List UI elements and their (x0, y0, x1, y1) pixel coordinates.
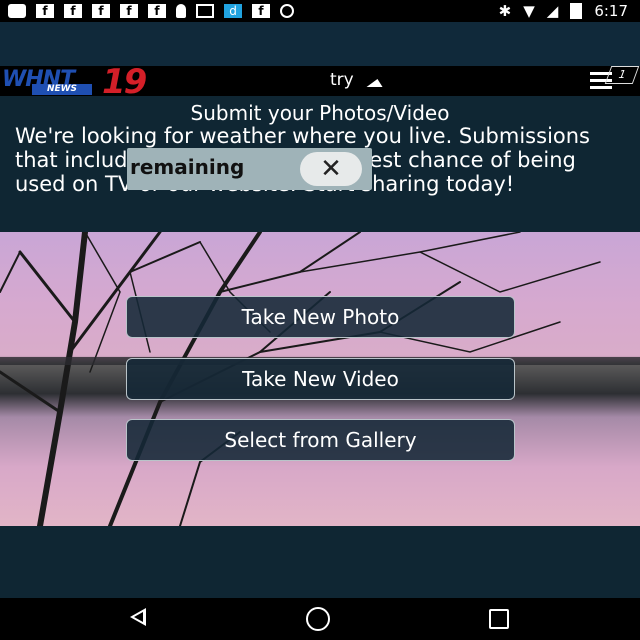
back-icon-inner (134, 612, 143, 622)
bottom-area (0, 526, 640, 598)
message-icon (8, 4, 26, 18)
facebook-icon: f (36, 4, 54, 18)
bluetooth-icon: ✱ (498, 2, 512, 20)
top-band (0, 22, 640, 66)
close-icon[interactable]: ✕ (300, 152, 362, 186)
take-new-video-button[interactable]: Take New Video (126, 358, 515, 400)
signal-icon: ◢ (546, 2, 559, 20)
take-new-photo-button[interactable]: Take New Photo (126, 296, 515, 338)
page-title: Submit your Photos/Video (190, 101, 450, 125)
popup-text: remaining (130, 155, 245, 179)
whnt-logo[interactable]: WHNT 19 NEWS (2, 62, 156, 102)
recent-apps-icon[interactable] (489, 609, 509, 629)
mail-icon (196, 4, 214, 18)
wifi-icon: ▼ (523, 2, 535, 20)
home-icon[interactable] (306, 607, 330, 631)
notification-icons: f f f f f d f (0, 4, 294, 18)
battery-icon (570, 3, 583, 19)
d-icon: d (224, 4, 242, 18)
notification-icon (176, 4, 186, 18)
header-title: try (330, 70, 354, 90)
system-icons: ✱ ▼ ◢ 6:17 (499, 0, 628, 22)
facebook-icon: f (92, 4, 110, 18)
facebook-icon: f (148, 4, 166, 18)
facebook-icon: f (120, 4, 138, 18)
clock: 6:17 (594, 2, 628, 20)
signal-caret-icon (366, 79, 386, 87)
facebook-icon: f (252, 4, 270, 18)
select-from-gallery-button[interactable]: Select from Gallery (126, 419, 515, 461)
facebook-icon: f (64, 4, 82, 18)
logo-news: NEWS (32, 84, 92, 95)
info-icon (280, 4, 294, 18)
status-bar: f f f f f d f ✱ ▼ ◢ 6:17 (0, 0, 640, 22)
